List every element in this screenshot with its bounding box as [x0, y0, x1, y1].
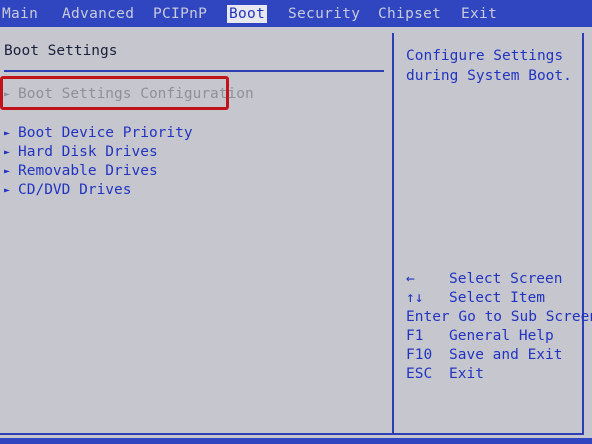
submenu-arrow-icon: ► — [4, 166, 11, 177]
menu-item-label: Boot Settings Configuration — [18, 86, 254, 102]
menu-item-boot-device-priority[interactable]: ► Boot Device Priority — [4, 124, 193, 142]
menu-item-boot-settings-configuration[interactable]: ► Boot Settings Configuration — [4, 85, 254, 103]
menu-item-label: Removable Drives — [18, 163, 158, 179]
title-divider — [4, 70, 384, 72]
tab-boot[interactable]: Boot — [227, 5, 268, 23]
key-label: F1 — [406, 328, 424, 344]
key-hint-select-screen: ← Select Screen — [406, 270, 563, 289]
pane-bottom-border — [0, 433, 396, 435]
menu-bar: Main Advanced PCIPnP Boot Security Chips… — [0, 0, 592, 27]
help-description: Configure Settings during System Boot. — [406, 48, 572, 84]
up-down-arrow-icon: ↑↓ — [406, 290, 424, 306]
key-action: Select Screen — [449, 271, 563, 287]
submenu-arrow-icon: ► — [4, 128, 11, 139]
key-action: Select Item — [449, 290, 546, 306]
menu-item-hard-disk-drives[interactable]: ► Hard Disk Drives — [4, 143, 158, 161]
key-label: F10 — [406, 347, 433, 363]
menu-item-label: CD/DVD Drives — [18, 182, 132, 198]
key-hint-f10: F10 Save and Exit — [406, 346, 563, 365]
menu-item-label: Boot Device Priority — [18, 125, 193, 141]
menu-item-cd-dvd-drives[interactable]: ► CD/DVD Drives — [4, 181, 132, 199]
submenu-arrow-icon: ► — [4, 89, 11, 100]
settings-pane: Boot Settings ► Boot Settings Configurati… — [0, 33, 394, 433]
section-title: Boot Settings — [4, 43, 118, 59]
key-action: Save and Exit — [449, 347, 563, 363]
menu-item-removable-drives[interactable]: ► Removable Drives — [4, 162, 158, 180]
menu-item-label: Hard Disk Drives — [18, 144, 158, 160]
key-hint-f1: F1 General Help — [406, 327, 554, 346]
key-label: ESC — [406, 366, 433, 382]
key-label: Enter — [406, 309, 450, 325]
key-action: Go to Sub Screen — [458, 309, 592, 325]
key-hint-select-item: ↑↓ Select Item — [406, 289, 545, 308]
left-right-arrow-icon: ← — [406, 271, 415, 287]
key-action: General Help — [449, 328, 554, 344]
tab-chipset[interactable]: Chipset — [378, 5, 441, 23]
bios-screen: Boot Settings ► Boot Settings Configurati… — [0, 27, 592, 444]
bottom-bar — [0, 438, 592, 444]
help-pane: Configure Settings during System Boot. ←… — [396, 33, 592, 435]
key-hint-enter: Enter Go to Sub Screen — [406, 308, 592, 327]
submenu-arrow-icon: ► — [4, 147, 11, 158]
tab-advanced[interactable]: Advanced — [62, 5, 134, 23]
submenu-arrow-icon: ► — [4, 185, 11, 196]
tab-pcipnp[interactable]: PCIPnP — [153, 5, 207, 23]
tab-exit[interactable]: Exit — [461, 5, 497, 23]
key-hint-esc: ESC Exit — [406, 365, 484, 384]
tab-security[interactable]: Security — [288, 5, 360, 23]
tab-main[interactable]: Main — [2, 5, 38, 23]
key-action: Exit — [449, 366, 484, 382]
